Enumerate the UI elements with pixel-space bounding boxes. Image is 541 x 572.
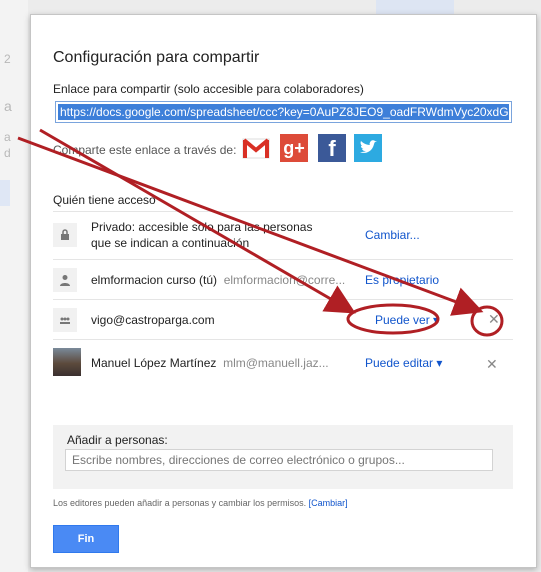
lock-icon [53, 223, 77, 247]
editors-permission-note: Los editores pueden añadir a personas y … [53, 498, 348, 508]
background-button [376, 0, 454, 14]
permission-dropdown-view[interactable]: Puede ver ▾ [375, 313, 439, 327]
share-link-label: Enlace para compartir (solo accesible pa… [53, 82, 364, 96]
access-row-group: vigo@castroparga.com Puede ver ▾ ✕ [53, 299, 513, 340]
twitter-icon[interactable] [354, 134, 382, 162]
share-link-field[interactable]: https://docs.google.com/spreadsheet/ccc?… [55, 101, 512, 123]
privacy-description-line2: que se indican a continuación [91, 236, 250, 250]
share-link-url[interactable]: https://docs.google.com/spreadsheet/ccc?… [58, 104, 509, 120]
access-row-editor: Manuel López Martínez mlm@manuell.jaz...… [53, 339, 513, 384]
background-letter: a [4, 98, 12, 114]
group-icon [53, 308, 77, 332]
editor-user: Manuel López Martínez mlm@manuell.jaz... [91, 356, 329, 370]
group-email: vigo@castroparga.com [91, 313, 215, 327]
access-row-owner: elmformacion curso (tú) elmformacion@cor… [53, 259, 513, 300]
access-row-privacy: Privado: accesible solo para las persona… [53, 211, 513, 260]
editor-name: Manuel López Martínez [91, 356, 217, 370]
background-app-sidebar: 2 a a d [0, 0, 28, 572]
change-permissions-link[interactable]: [Cambiar] [309, 498, 348, 508]
background-letter: a [4, 130, 11, 144]
access-section-title: Quién tiene acceso [53, 193, 156, 207]
remove-editor-close-icon[interactable]: ✕ [486, 356, 498, 373]
background-selected-row [0, 180, 10, 206]
background-letter: 2 [4, 52, 11, 66]
facebook-icon[interactable]: f [318, 134, 346, 162]
owner-name: elmformacion curso (tú) [91, 273, 218, 287]
google-plus-icon[interactable]: g+ [280, 134, 308, 162]
owner-user: elmformacion curso (tú) elmformacion@cor… [91, 273, 345, 287]
permission-dropdown-edit[interactable]: Puede editar ▾ [365, 356, 442, 370]
note-text: Los editores pueden añadir a personas y … [53, 498, 307, 508]
gmail-icon[interactable] [242, 134, 270, 162]
background-letter: d [4, 146, 11, 160]
avatar [53, 348, 81, 376]
share-settings-dialog: Configuración para compartir Enlace para… [30, 14, 537, 568]
change-privacy-link[interactable]: Cambiar... [365, 228, 420, 242]
add-people-section: Añadir a personas: [53, 425, 513, 489]
share-via-label: Comparte este enlace a través de: [53, 143, 237, 157]
owner-email: elmformacion@corre... [223, 273, 346, 287]
editor-email: mlm@manuell.jaz... [223, 356, 329, 370]
privacy-description-line1: Privado: accesible solo para las persona… [91, 220, 313, 234]
person-icon [53, 268, 77, 292]
add-people-input[interactable] [65, 449, 493, 471]
remove-group-close-icon[interactable]: ✕ [488, 311, 500, 328]
done-button[interactable]: Fin [53, 525, 119, 553]
owner-role-label: Es propietario [365, 273, 440, 287]
dialog-title: Configuración para compartir [53, 49, 260, 66]
add-people-label: Añadir a personas: [67, 433, 168, 447]
